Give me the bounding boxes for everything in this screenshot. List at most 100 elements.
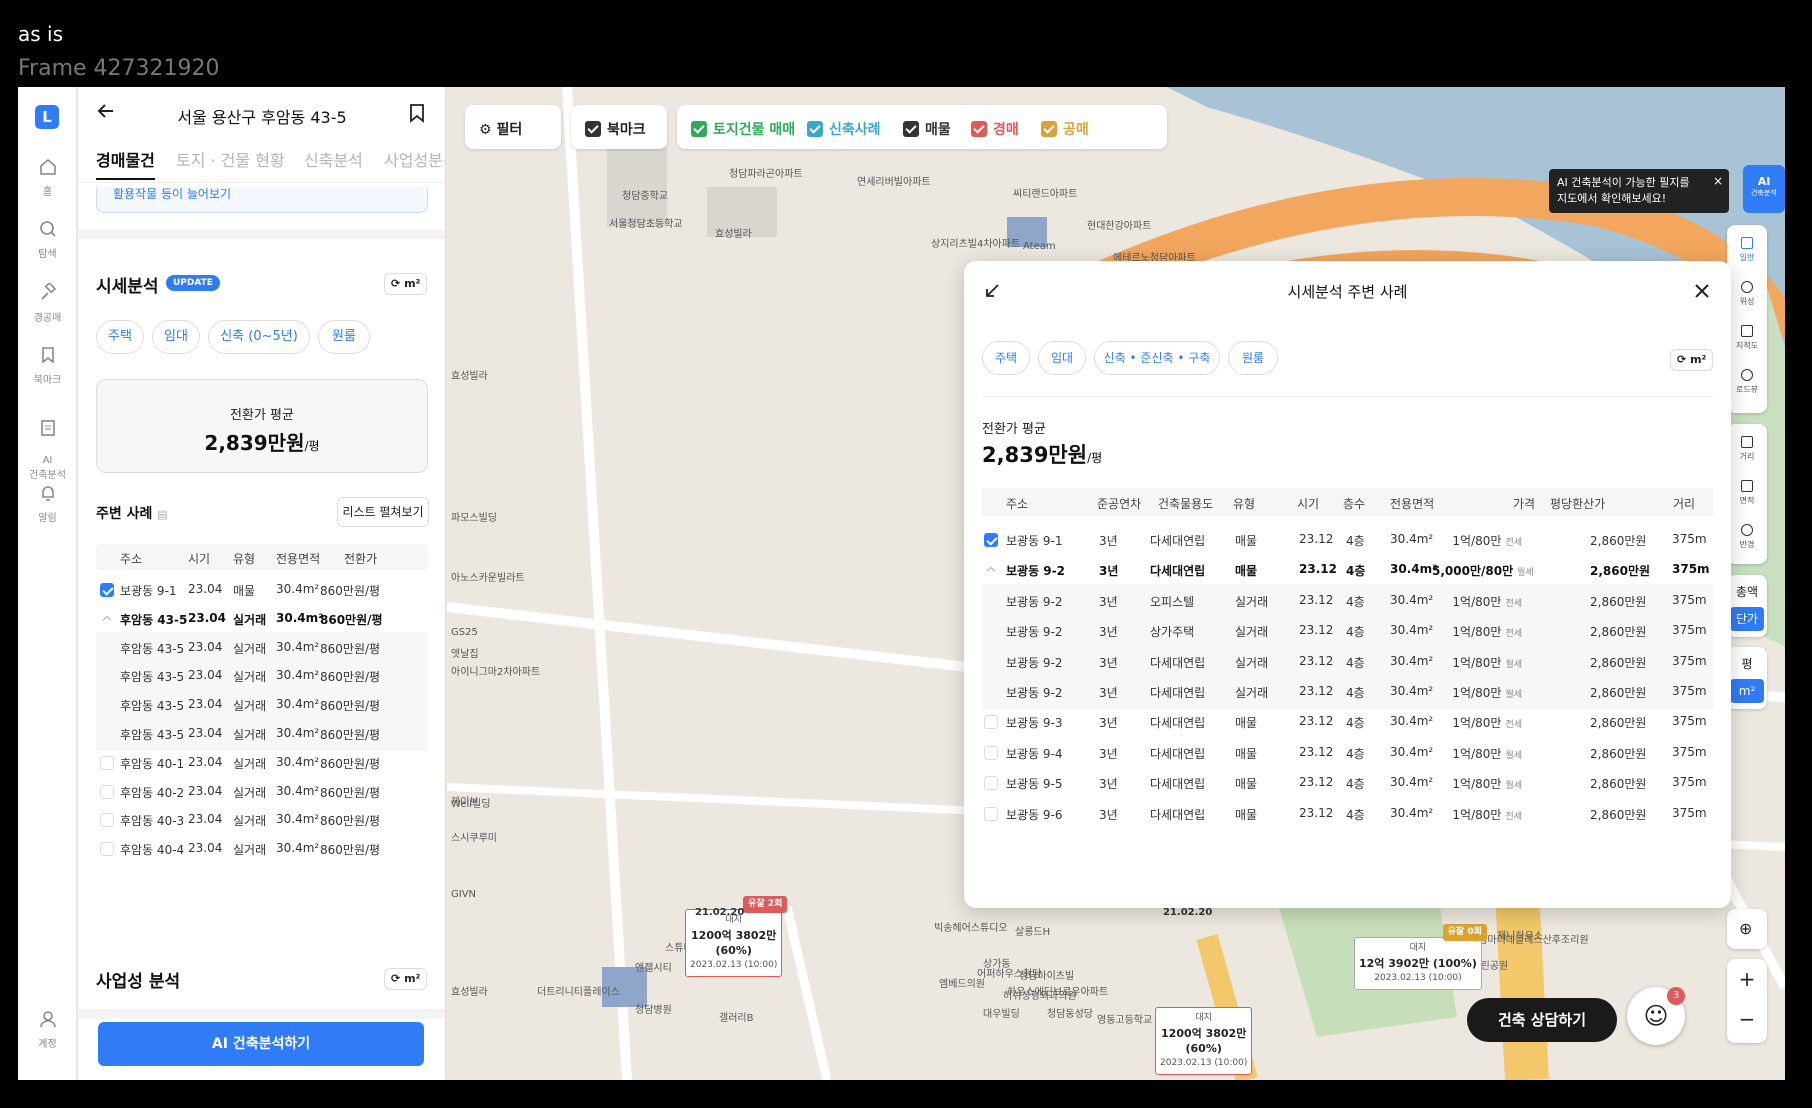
row-price-type: 전세	[1505, 720, 1522, 731]
tab-land-building[interactable]: 토지 · 건물 현황	[176, 147, 285, 171]
filter-3[interactable]: 경매	[971, 119, 1019, 139]
nav-item-auction[interactable]: 경공매	[18, 283, 77, 324]
row-price: 1억/80만 전세	[1432, 593, 1522, 610]
market-cases-modal: 시세분석 주변 사례 주택 임대 신축 • 준신축 • 구축 원룸 ⟳ m² 전…	[964, 261, 1731, 908]
nav-item-search[interactable]: 탐색	[18, 219, 77, 260]
layer-globe[interactable]: 위성	[1727, 281, 1767, 307]
chip-one-room[interactable]: 원룸	[1228, 341, 1278, 375]
pyeong-toggle[interactable]: 평	[1727, 655, 1767, 672]
auction-marker[interactable]: 대지 1200억 3802만 (60%) 2023.02.13 (10:00)	[1155, 1007, 1253, 1075]
row-checkbox[interactable]	[100, 813, 114, 828]
row-checkbox[interactable]	[984, 776, 998, 791]
filter-1[interactable]: 신축사례	[807, 119, 881, 139]
row-checkbox[interactable]	[100, 755, 114, 770]
row-use: 다세대연립	[1150, 534, 1206, 548]
case-row[interactable]: 보광동 9-6 3년 다세대연립 매물 23.12 4층 30.4m² 1억/80만 전세 2,8…	[982, 797, 1713, 832]
bookmark-icon[interactable]	[408, 103, 426, 123]
app-logo[interactable]: L	[35, 105, 59, 129]
left-nav: L 홈 탐색 경공매 북마크 AI 건축분석 알림 계정	[18, 87, 77, 1080]
row-addr: 후암동 40-3	[120, 814, 185, 829]
close-icon[interactable]: ×	[1713, 173, 1723, 189]
row-checkbox[interactable]	[100, 784, 114, 799]
ai-map-button[interactable]: AI 건축분석	[1743, 165, 1785, 213]
row-checkbox[interactable]	[984, 533, 998, 547]
filter-0[interactable]: 토지건물 매매	[691, 119, 795, 139]
layer-map[interactable]: 일반	[1727, 237, 1767, 263]
tab-auction[interactable]: 경매물건	[96, 147, 155, 180]
filter-button[interactable]: ⚙ 필터	[465, 105, 561, 149]
chip-new-build[interactable]: 신축 (0~5년)	[208, 320, 310, 354]
chip-build-age[interactable]: 신축 • 준신축 • 구축	[1094, 341, 1220, 375]
bookmark-filter[interactable]: 북마크	[571, 105, 667, 149]
row-area: 30.4m²	[276, 754, 320, 769]
row-price: 1억/80만 월세	[1432, 654, 1522, 671]
row-floor: 4층	[1346, 777, 1365, 792]
zoom-out-button[interactable]: −	[1727, 1007, 1767, 1031]
row-checkbox[interactable]	[984, 715, 998, 730]
unit-price-toggle[interactable]: 단가	[1730, 607, 1764, 631]
map-label: 영동고등학교	[1097, 1015, 1153, 1026]
layer-roadview[interactable]: 로드뷰	[1727, 369, 1767, 395]
map-label: 갤러리B	[719, 1013, 754, 1024]
unit-toggle-button[interactable]: ⟳ m²	[384, 273, 428, 295]
crosshair-icon: ⊕	[1739, 919, 1753, 938]
nav-item-bookmark[interactable]: 북마크	[18, 345, 77, 386]
chip-one-room[interactable]: 원룸	[318, 320, 370, 354]
row-price-value: 1억/80만	[1452, 807, 1502, 822]
row-ppp: 2,860만원	[1590, 564, 1651, 579]
row-checkbox[interactable]	[984, 563, 998, 577]
row-date: 23.12	[1299, 744, 1334, 759]
map-view[interactable]: 청담중학교 서울청담초등학교 효성빌라 청담파라곤아파트 연세리버빌아파트 씨티랜드아파트…	[447, 87, 1785, 1080]
consult-button[interactable]: 건축 상담하기	[1467, 998, 1617, 1042]
nav-item-ai-analysis[interactable]: AI 건축분석	[18, 407, 77, 481]
auction-marker[interactable]: 대지 12억 3902만 (100%) 2023.02.13 (10:00) 유찰 0…	[1354, 924, 1487, 990]
row-addr: 보광동 9-3	[1006, 716, 1063, 731]
total-price-toggle[interactable]: 총액	[1727, 583, 1767, 600]
filter-4[interactable]: 공매	[1041, 119, 1089, 139]
layer-parcel[interactable]: 지적도	[1727, 325, 1767, 351]
auction-marker[interactable]: 대지1200억 3802만(60%)2023.02.13 (10:00)유찰 2…	[685, 896, 788, 977]
row-price: 1억/80만 월세	[1432, 745, 1522, 762]
close-icon[interactable]	[1694, 283, 1710, 299]
row-checkbox[interactable]	[100, 612, 114, 626]
refresh-icon: ⟳	[391, 972, 401, 985]
row-checkbox[interactable]	[100, 583, 114, 597]
bookmark-filter-text: 북마크	[607, 122, 646, 138]
row-price: 860만원/평	[320, 814, 381, 829]
info-strip[interactable]: 활용작물 등이 늘어보기	[96, 187, 428, 213]
tab-feasibility[interactable]: 사업성분석	[384, 147, 445, 171]
row-checkbox[interactable]	[984, 806, 998, 821]
nav-label: 경공매	[33, 313, 62, 324]
tool-label: 위성	[1739, 297, 1755, 306]
row-checkbox[interactable]	[100, 842, 114, 857]
unit-toggle-button[interactable]: ⟳ m²	[384, 968, 428, 990]
ai-analysis-button[interactable]: AI 건축분석하기	[98, 1022, 424, 1066]
row-area: 30.4m²	[276, 841, 320, 856]
chatbot-button[interactable]: ☺ 3	[1627, 987, 1685, 1045]
measure-radius[interactable]: 반경	[1727, 524, 1767, 550]
chip-rent[interactable]: 임대	[152, 320, 200, 354]
zoom-in-button[interactable]: +	[1727, 967, 1767, 991]
nearby-row[interactable]: 후암동 40-4 23.04 실거래 30.4m² 860만원/평	[96, 833, 428, 866]
filter-2[interactable]: 매물	[903, 119, 951, 139]
measure-ruler[interactable]: 거리	[1727, 436, 1767, 462]
chip-housing[interactable]: 주택	[982, 341, 1030, 375]
row-price-value: 1억/80만	[1452, 746, 1502, 761]
chip-rent[interactable]: 임대	[1038, 341, 1086, 375]
row-checkbox[interactable]	[984, 745, 998, 760]
measure-area[interactable]: 면적	[1727, 480, 1767, 506]
tab-new-build[interactable]: 신축분석	[304, 147, 363, 171]
row-type: 실거래	[233, 670, 267, 685]
unit-toggle-button[interactable]: ⟳ m²	[1670, 349, 1714, 371]
sqm-toggle[interactable]: m²	[1730, 679, 1764, 703]
unit-label: m²	[1690, 353, 1707, 366]
expand-list-button[interactable]: 리스트 펼쳐보기	[337, 497, 429, 527]
nav-item-account[interactable]: 계정	[18, 1009, 77, 1050]
locate-button[interactable]: ⊕	[1727, 909, 1767, 949]
row-dist: 375m	[1672, 775, 1707, 790]
row-ppp: 2,860만원	[1590, 686, 1647, 700]
row-date: 23.12	[1299, 532, 1334, 546]
nav-item-alerts[interactable]: 알림	[18, 483, 77, 524]
chip-housing[interactable]: 주택	[96, 320, 144, 354]
nav-item-home[interactable]: 홈	[18, 157, 77, 198]
